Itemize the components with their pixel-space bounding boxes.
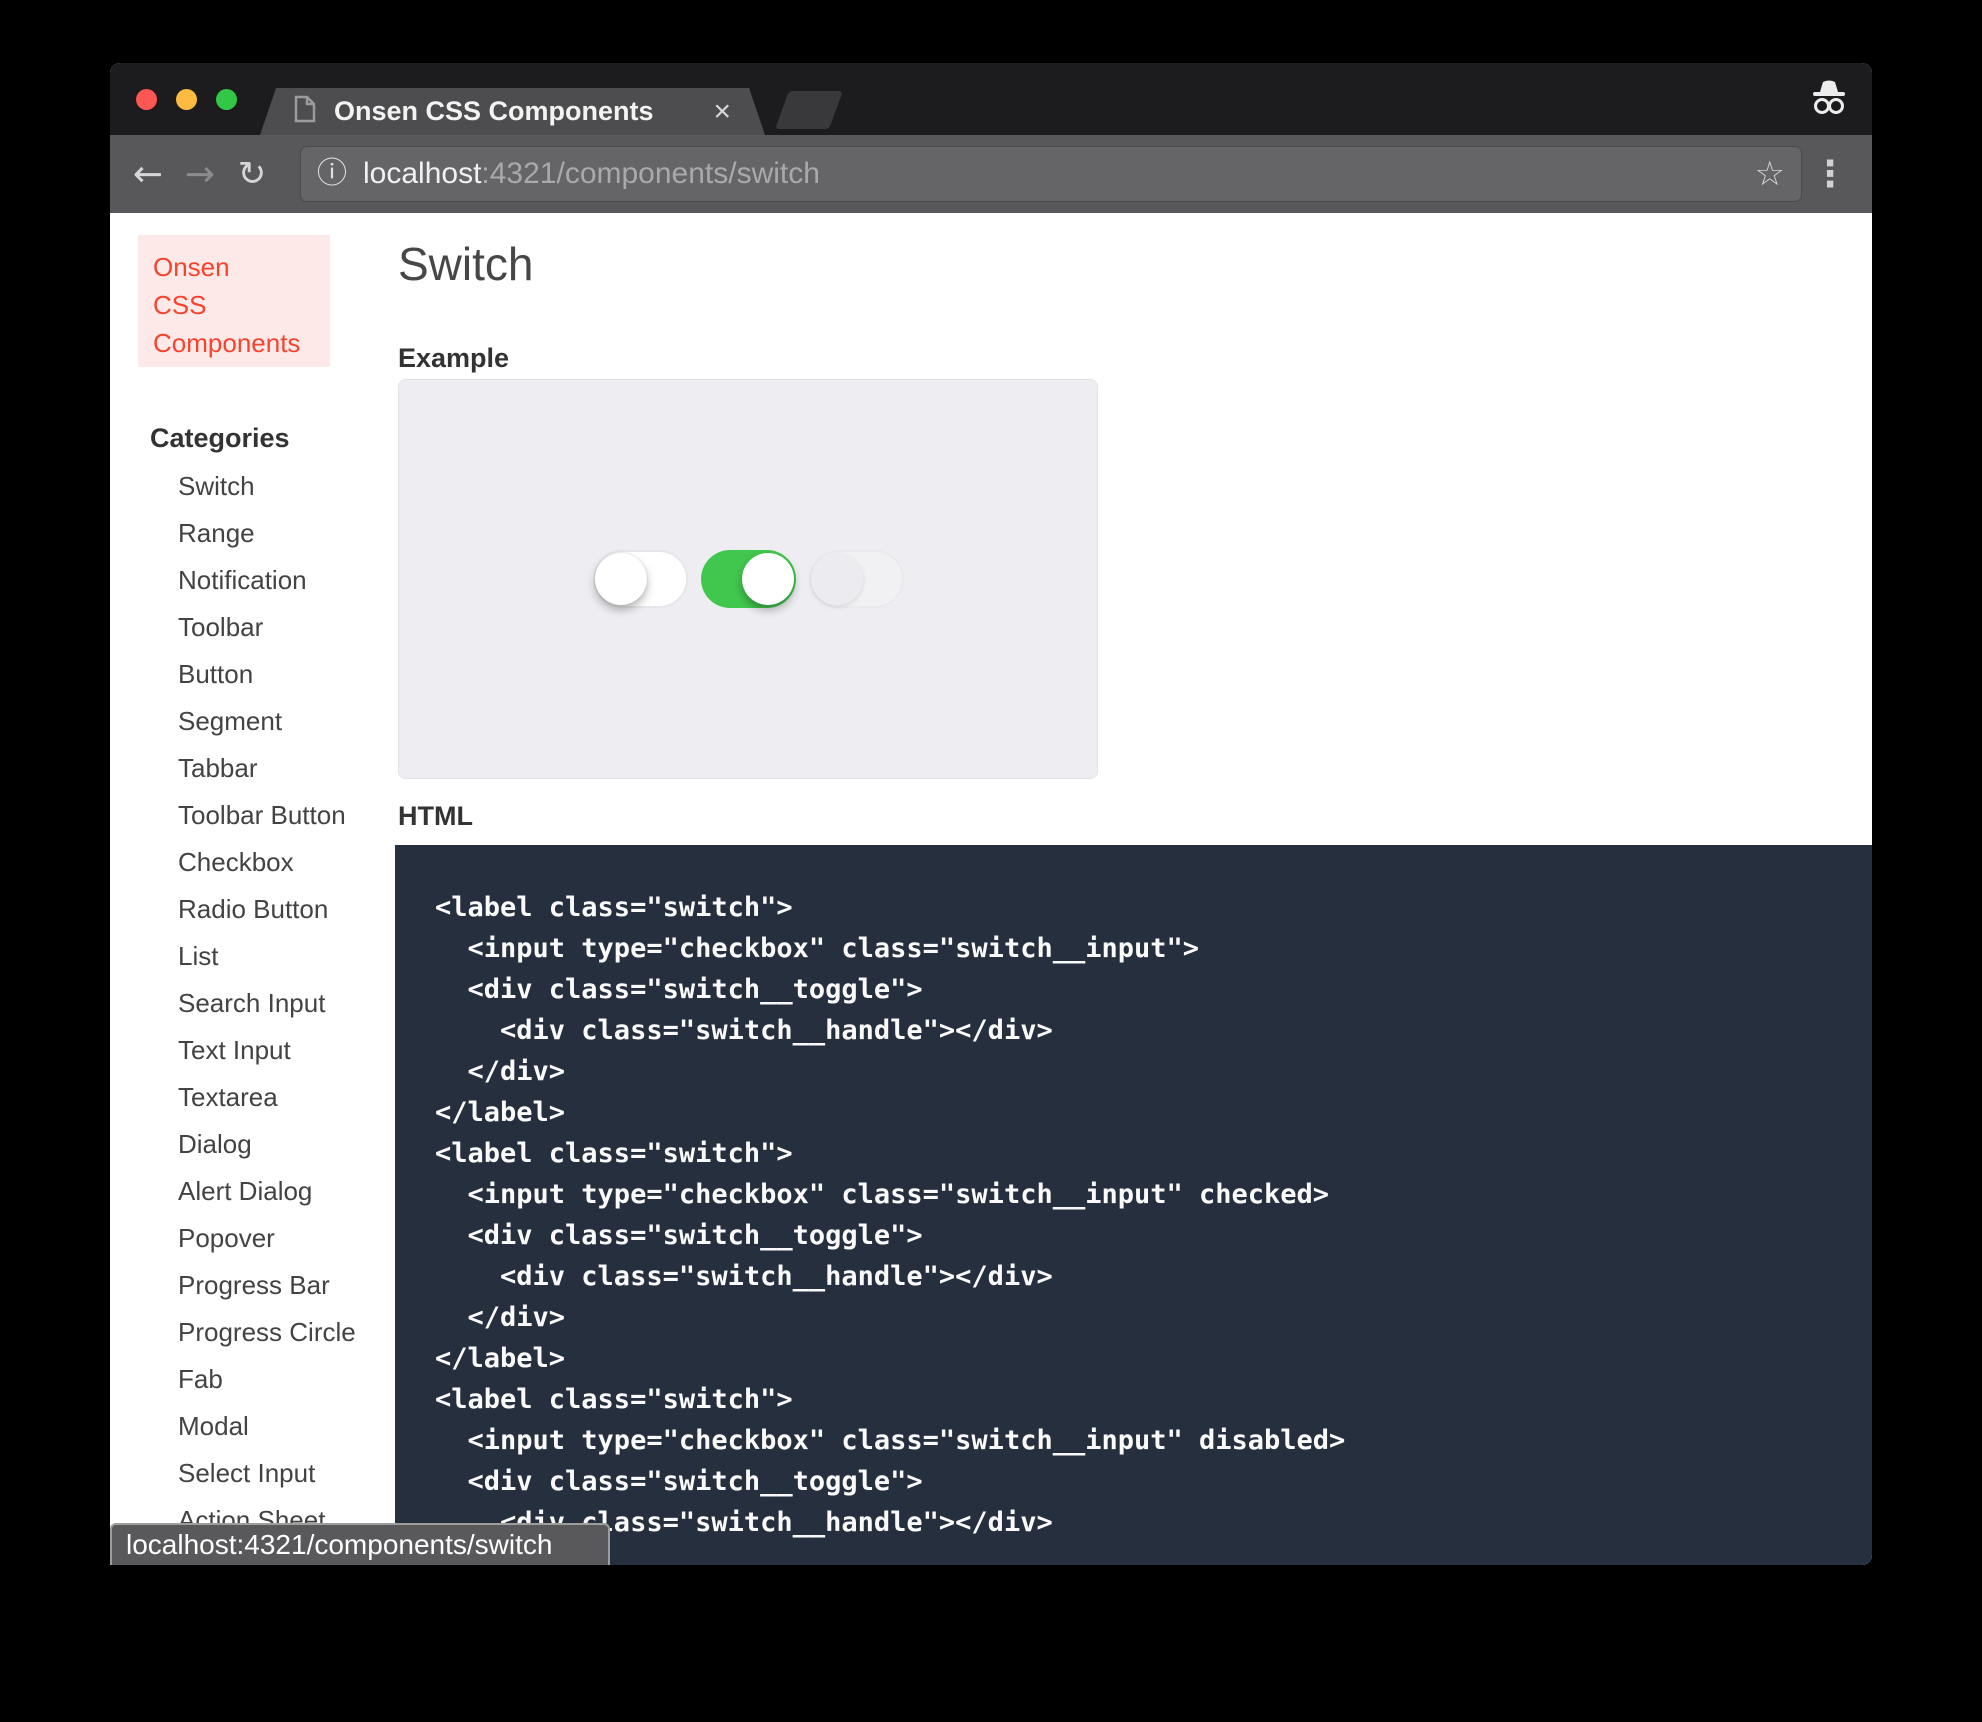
sidebar-item-modal[interactable]: Modal — [178, 1403, 356, 1450]
sidebar-item-toolbar[interactable]: Toolbar — [178, 604, 356, 651]
example-label: Example — [398, 343, 509, 374]
back-button[interactable]: ← — [122, 154, 174, 195]
sidebar-item-progress-bar[interactable]: Progress Bar — [178, 1262, 356, 1309]
code-line: <div class="switch__handle"></div> — [435, 1256, 1872, 1297]
bookmark-star-icon[interactable]: ☆ — [1755, 154, 1785, 194]
code-line: </label> — [435, 1338, 1872, 1379]
code-line: <label class="switch"> — [435, 1133, 1872, 1174]
categories-heading: Categories — [150, 423, 290, 454]
url-host: localhost — [363, 157, 481, 190]
page-content: Onsen CSS Components Categories Switch R… — [110, 213, 1872, 1565]
browser-toolbar: ← → ↻ ⓘ localhost:4321/components/switch… — [110, 135, 1872, 213]
sidebar-item-textarea[interactable]: Textarea — [178, 1074, 356, 1121]
code-line: </div> — [435, 1051, 1872, 1092]
sidebar-item-select-input[interactable]: Select Input — [178, 1450, 356, 1497]
address-bar[interactable]: ⓘ localhost:4321/components/switch ☆ — [300, 146, 1802, 202]
code-line: <input type="checkbox" class="switch__in… — [435, 928, 1872, 969]
close-window-button[interactable] — [136, 89, 157, 110]
zoom-window-button[interactable] — [216, 89, 237, 110]
title-bar: Onsen CSS Components × — [110, 63, 1872, 135]
sidebar-item-switch[interactable]: Switch — [178, 463, 356, 510]
sidebar-item-alert-dialog[interactable]: Alert Dialog — [178, 1168, 356, 1215]
tab-close-icon[interactable]: × — [713, 97, 731, 127]
sidebar-item-notification[interactable]: Notification — [178, 557, 356, 604]
sidebar-item-range[interactable]: Range — [178, 510, 356, 557]
sidebar-item-list[interactable]: List — [178, 933, 356, 980]
sidebar-item-search-input[interactable]: Search Input — [178, 980, 356, 1027]
sidebar-item-toolbar-button[interactable]: Toolbar Button — [178, 792, 356, 839]
html-label: HTML — [398, 801, 473, 832]
forward-button[interactable]: → — [174, 154, 226, 195]
sidebar-item-progress-circle[interactable]: Progress Circle — [178, 1309, 356, 1356]
minimize-window-button[interactable] — [176, 89, 197, 110]
logo-line: Components — [153, 324, 330, 362]
example-panel — [398, 379, 1098, 779]
code-block: <label class="switch"> <input type="chec… — [395, 845, 1872, 1565]
page-document-icon — [294, 95, 316, 128]
url-text: localhost:4321/components/switch — [363, 157, 1739, 191]
sidebar-item-dialog[interactable]: Dialog — [178, 1121, 356, 1168]
code-line: <label class="switch"> — [435, 887, 1872, 928]
code-line: <div class="switch__handle"></div> — [435, 1502, 1872, 1543]
traffic-lights — [136, 63, 237, 135]
switch-toggle-off[interactable] — [593, 550, 688, 608]
code-line: <div class="switch__toggle"> — [435, 1461, 1872, 1502]
sidebar-item-text-input[interactable]: Text Input — [178, 1027, 356, 1074]
code-line: </div> — [435, 1297, 1872, 1338]
sidebar-item-button[interactable]: Button — [178, 651, 356, 698]
reload-button[interactable]: ↻ — [226, 154, 278, 194]
sidebar-item-tabbar[interactable]: Tabbar — [178, 745, 356, 792]
sidebar-item-radio-button[interactable]: Radio Button — [178, 886, 356, 933]
code-line: <div class="switch__toggle"> — [435, 969, 1872, 1010]
url-path: :4321/components/switch — [481, 157, 820, 190]
sidebar-item-fab[interactable]: Fab — [178, 1356, 356, 1403]
code-line: <div class="switch__toggle"> — [435, 1215, 1872, 1256]
code-line: <div class="switch__handle"></div> — [435, 1010, 1872, 1051]
switch-toggle-on[interactable] — [701, 550, 796, 608]
code-line: <input type="checkbox" class="switch__in… — [435, 1174, 1872, 1215]
site-info-icon[interactable]: ⓘ — [317, 159, 347, 189]
code-line: <label class="switch"> — [435, 1379, 1872, 1420]
switch-toggle-disabled — [809, 550, 904, 608]
sidebar-logo[interactable]: Onsen CSS Components — [138, 235, 330, 367]
categories-list: Switch Range Notification Toolbar Button… — [178, 463, 356, 1544]
page-title: Switch — [398, 237, 533, 291]
logo-line: CSS — [153, 286, 330, 324]
new-tab-button[interactable] — [775, 91, 843, 129]
sidebar-item-popover[interactable]: Popover — [178, 1215, 356, 1262]
switch-handle — [742, 553, 794, 605]
switch-handle — [811, 553, 863, 605]
code-line: <input type="checkbox" class="switch__in… — [435, 1420, 1872, 1461]
browser-window: Onsen CSS Components × ← → ↻ ⓘ localhost… — [110, 63, 1872, 1565]
status-bubble: localhost:4321/components/switch — [110, 1523, 610, 1565]
code-line: </label> — [435, 1092, 1872, 1133]
switch-handle — [595, 553, 647, 605]
browser-menu-icon[interactable]: ⋮ — [1812, 135, 1848, 213]
logo-line: Onsen — [153, 248, 330, 286]
sidebar-item-segment[interactable]: Segment — [178, 698, 356, 745]
browser-tab[interactable]: Onsen CSS Components × — [260, 88, 765, 135]
incognito-icon — [1806, 78, 1852, 123]
tab-title: Onsen CSS Components — [334, 96, 695, 127]
sidebar-item-checkbox[interactable]: Checkbox — [178, 839, 356, 886]
